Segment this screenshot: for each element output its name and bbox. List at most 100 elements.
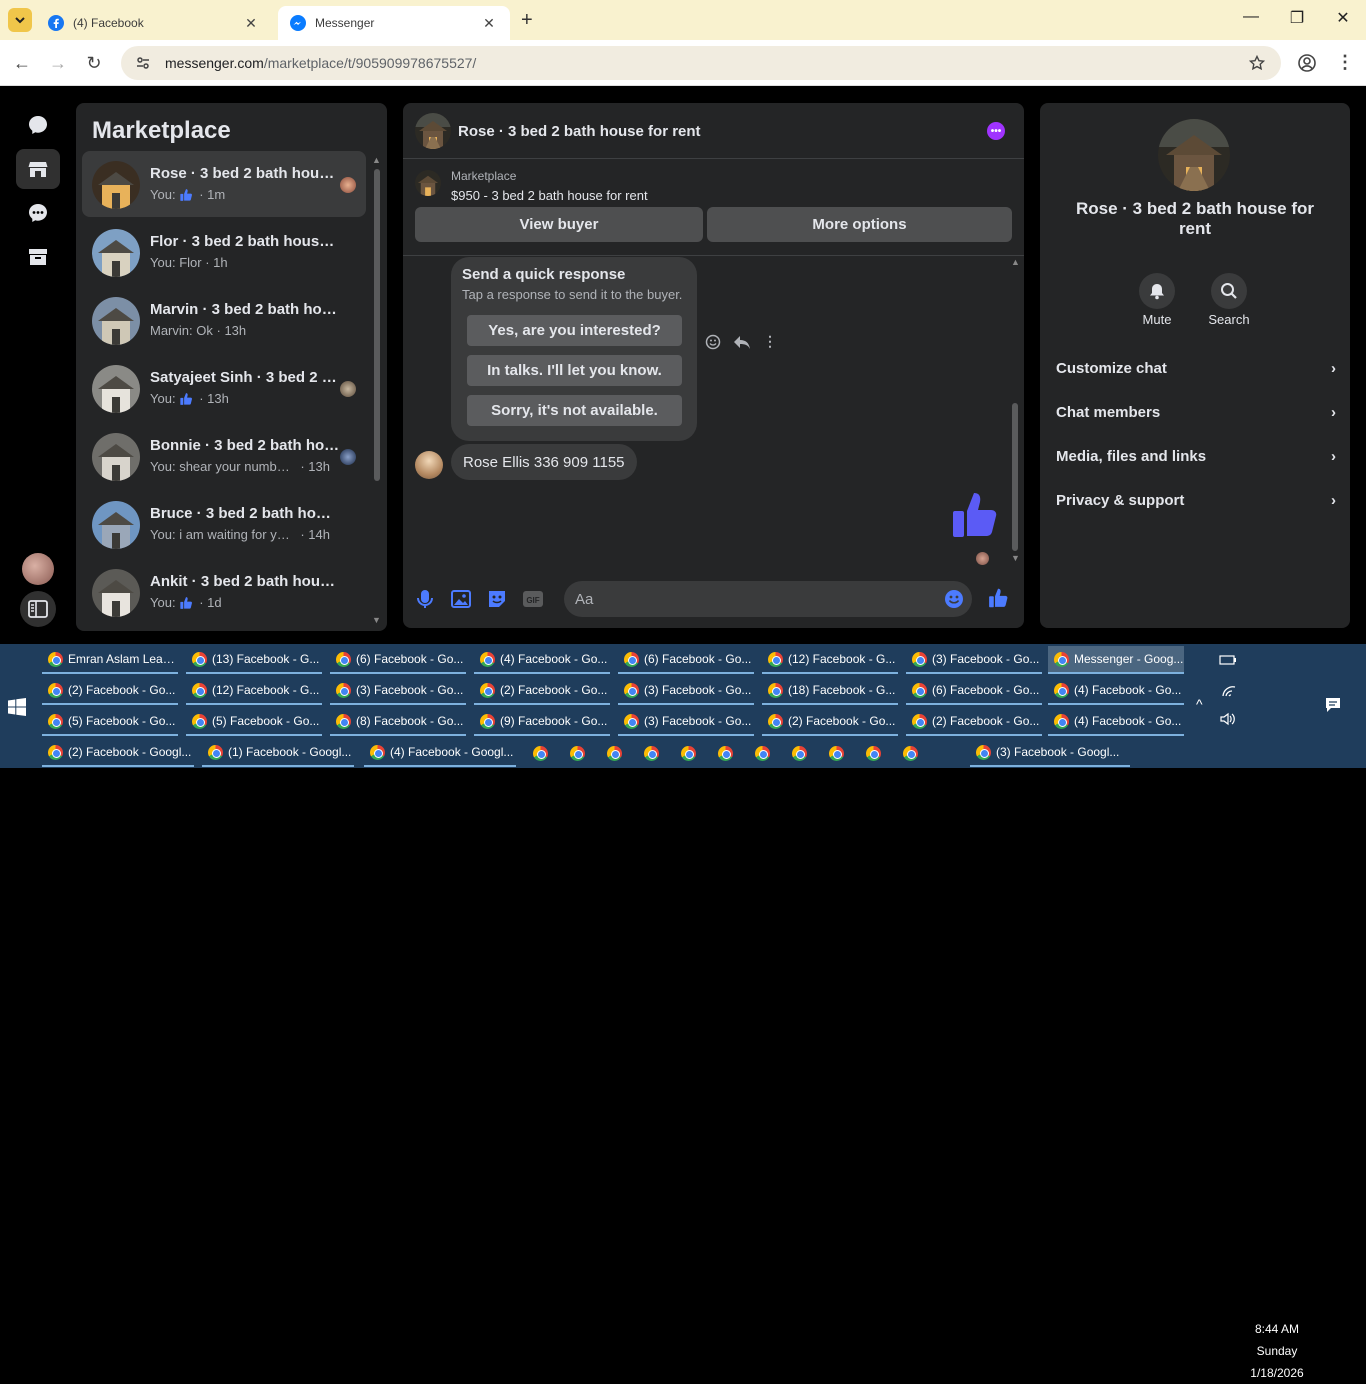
profile-icon[interactable]: [1298, 54, 1316, 72]
taskbar-window[interactable]: Messenger - Goog...: [1048, 646, 1184, 674]
mute-button[interactable]: [1139, 273, 1175, 309]
taskbar-window[interactable]: (12) Facebook - G...: [186, 677, 322, 705]
battery-icon[interactable]: [1219, 654, 1237, 666]
taskbar-window[interactable]: (5) Facebook - Go...: [186, 708, 322, 736]
taskbar-chrome-button[interactable]: [829, 746, 844, 761]
forward-icon[interactable]: →: [47, 53, 69, 74]
back-icon[interactable]: ←: [11, 53, 33, 74]
taskbar-window[interactable]: (6) Facebook - Go...: [618, 646, 754, 674]
tab-search-button[interactable]: [8, 8, 32, 32]
taskbar-chrome-button[interactable]: [903, 746, 918, 761]
conversation-item[interactable]: Rose · 3 bed 2 bath house for rent You: ·…: [82, 151, 366, 217]
search-button[interactable]: [1211, 273, 1247, 309]
tab-facebook[interactable]: (4) Facebook ✕: [36, 6, 272, 40]
taskbar-window[interactable]: (9) Facebook - Go...: [474, 708, 610, 736]
taskbar-window[interactable]: (5) Facebook - Go...: [42, 708, 178, 736]
reload-icon[interactable]: ↻: [83, 53, 105, 74]
windows-start-icon[interactable]: [8, 698, 26, 716]
rail-requests[interactable]: [16, 193, 60, 233]
taskbar-chrome-button[interactable]: [644, 746, 659, 761]
scroll-down-icon[interactable]: ▼: [1011, 553, 1020, 563]
privacy-support-row[interactable]: Privacy & support ›: [1056, 486, 1336, 514]
tab-messenger[interactable]: Messenger ✕: [278, 6, 510, 40]
taskbar-window[interactable]: (3) Facebook - Go...: [618, 708, 754, 736]
rail-chats[interactable]: [16, 105, 60, 145]
taskbar-window[interactable]: Emran Aslam Lead...: [42, 646, 178, 674]
taskbar-window[interactable]: (18) Facebook - G...: [762, 677, 898, 705]
listing-title[interactable]: $950 - 3 bed 2 bath house for rent: [451, 188, 648, 203]
taskbar-window[interactable]: (6) Facebook - Go...: [330, 646, 466, 674]
image-icon[interactable]: [449, 587, 473, 611]
taskbar-window[interactable]: (2) Facebook - Go...: [762, 708, 898, 736]
close-tab-icon[interactable]: ✕: [480, 15, 498, 32]
avatar[interactable]: [22, 553, 54, 585]
scrollbar[interactable]: [1012, 403, 1018, 551]
thumbs-up-icon[interactable]: [949, 489, 999, 541]
taskbar-window[interactable]: (2) Facebook - Googl...: [42, 739, 194, 767]
taskbar-chrome-button[interactable]: [607, 746, 622, 761]
taskbar-chrome-button[interactable]: [866, 746, 881, 761]
media-files-row[interactable]: Media, files and links ›: [1056, 442, 1336, 470]
taskbar-window[interactable]: (2) Facebook - Go...: [906, 708, 1042, 736]
taskbar-window[interactable]: (3) Facebook - Go...: [618, 677, 754, 705]
emoji-icon[interactable]: [944, 589, 964, 609]
microphone-icon[interactable]: [413, 587, 437, 611]
rail-archive[interactable]: [16, 237, 60, 277]
taskbar-window[interactable]: (4) Facebook - Go...: [1048, 708, 1184, 736]
taskbar-window[interactable]: (3) Facebook - Googl...: [970, 739, 1130, 767]
gif-icon[interactable]: GIF: [521, 587, 545, 611]
message-bubble[interactable]: Rose Ellis 336 909 1155: [451, 444, 637, 480]
taskbar-window[interactable]: (4) Facebook - Go...: [474, 646, 610, 674]
taskbar-chrome-button[interactable]: [570, 746, 585, 761]
more-actions-icon[interactable]: ⋮: [763, 333, 777, 350]
rail-marketplace[interactable]: [16, 149, 60, 189]
profile-picture[interactable]: [1158, 119, 1230, 191]
taskbar-window[interactable]: (3) Facebook - Go...: [906, 646, 1042, 674]
taskbar-window[interactable]: (1) Facebook - Googl...: [202, 739, 354, 767]
show-hidden-icons[interactable]: ^: [1196, 696, 1203, 712]
taskbar-window[interactable]: (3) Facebook - Go...: [330, 677, 466, 705]
conversation-item[interactable]: Flor · 3 bed 2 bath house for rent You: F…: [82, 219, 366, 285]
quick-response-option[interactable]: In talks. I'll let you know.: [467, 355, 682, 386]
chat-avatar[interactable]: [415, 113, 451, 149]
scrollbar[interactable]: [374, 169, 380, 481]
scroll-down-icon[interactable]: ▼: [372, 615, 381, 625]
taskbar-window[interactable]: (4) Facebook - Googl...: [364, 739, 516, 767]
browser-menu-icon[interactable]: ⋮: [1336, 52, 1354, 73]
quick-response-option[interactable]: Sorry, it's not available.: [467, 395, 682, 426]
taskbar-window[interactable]: (12) Facebook - G...: [762, 646, 898, 674]
send-like-icon[interactable]: [987, 587, 1009, 609]
taskbar-window[interactable]: (2) Facebook - Go...: [474, 677, 610, 705]
url-field[interactable]: messenger.com/marketplace/t/905909978675…: [121, 46, 1281, 80]
close-tab-icon[interactable]: ✕: [242, 15, 260, 32]
taskbar-window[interactable]: (6) Facebook - Go...: [906, 677, 1042, 705]
scroll-up-icon[interactable]: ▲: [1011, 257, 1020, 267]
conversation-item[interactable]: Bonnie · 3 bed 2 bath house for rent You:…: [82, 423, 366, 489]
notifications-icon[interactable]: [1324, 696, 1342, 714]
toggle-sidebar-button[interactable]: [20, 591, 56, 627]
restore-icon[interactable]: ❐: [1274, 8, 1320, 32]
bookmark-star-icon[interactable]: [1249, 55, 1265, 71]
react-emoji-icon[interactable]: [705, 334, 721, 350]
sender-avatar[interactable]: [415, 451, 443, 479]
taskbar-window[interactable]: (13) Facebook - G...: [186, 646, 322, 674]
more-icon[interactable]: •••: [987, 122, 1005, 140]
customize-chat-row[interactable]: Customize chat ›: [1056, 354, 1336, 382]
conversation-item[interactable]: Satyajeet Sinh · 3 bed 2 bath house for …: [82, 355, 366, 421]
conversation-item[interactable]: Bruce · 3 bed 2 bath house for rent You: …: [82, 491, 366, 557]
reply-icon[interactable]: [733, 334, 751, 350]
taskbar-window[interactable]: (4) Facebook - Go...: [1048, 677, 1184, 705]
more-options-button[interactable]: More options: [707, 207, 1012, 242]
taskbar-chrome-button[interactable]: [681, 746, 696, 761]
message-input[interactable]: Aa: [564, 581, 972, 617]
site-settings-icon[interactable]: [135, 55, 151, 71]
taskbar-chrome-button[interactable]: [792, 746, 807, 761]
taskbar-window[interactable]: (2) Facebook - Go...: [42, 677, 178, 705]
minimize-icon[interactable]: —: [1228, 8, 1274, 32]
taskbar-chrome-button[interactable]: [718, 746, 733, 761]
view-buyer-button[interactable]: View buyer: [415, 207, 703, 242]
close-window-icon[interactable]: ✕: [1320, 8, 1366, 32]
conversation-item[interactable]: Marvin · 3 bed 2 bath house for rent Marv…: [82, 287, 366, 353]
conversation-item[interactable]: Ankit · 3 bed 2 bath house for rent You: …: [82, 559, 366, 625]
sticker-icon[interactable]: [485, 587, 509, 611]
